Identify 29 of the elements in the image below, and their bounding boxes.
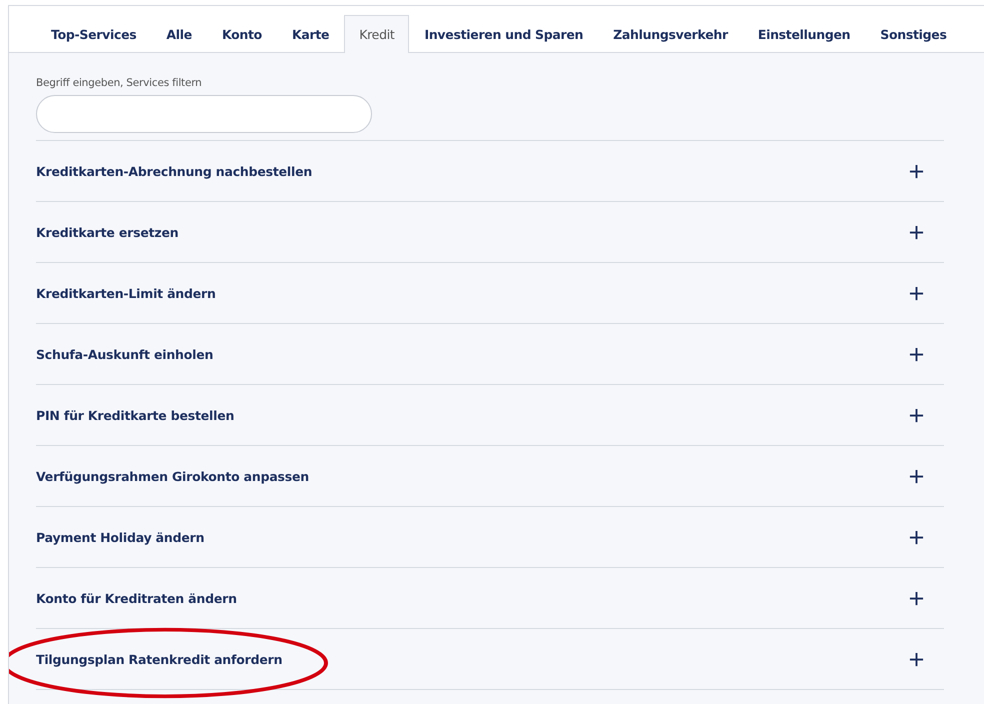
service-item[interactable]: Schufa-Auskunft einholen [36,346,214,362]
plus-icon[interactable] [909,652,924,666]
plus-icon[interactable] [909,286,924,300]
service-item[interactable]: Tilgungsplan Ratenkredit anfordern [36,652,282,666]
tab[interactable]: Zahlungsverkehr [598,15,743,53]
service-item[interactable]: Verfügungsrahmen Girokonto anpassen [36,468,310,484]
tab[interactable]: Sonstiges [865,15,962,53]
tab[interactable]: Karte [276,15,344,53]
service-item[interactable]: Kreditkarten-Abrechnung nachbestellen [36,164,312,178]
tab[interactable]: Alle [151,15,207,53]
service-item[interactable]: Kreditkarte ersetzen [36,224,178,240]
filter-input-field[interactable] [36,95,372,133]
service-item[interactable]: PIN für Kreditkarte bestellen [36,408,234,422]
plus-icon[interactable] [909,468,924,484]
tab[interactable]: Investieren und Sparen [409,15,598,53]
tab[interactable]: Top-Services [36,15,152,53]
tab[interactable]: Kredit [344,15,410,53]
plus-icon[interactable] [909,164,924,178]
service-item[interactable]: Konto für Kreditraten ändern [36,590,237,606]
service-item[interactable]: Kreditkarten-Limit ändern [36,286,216,300]
plus-icon[interactable] [909,224,924,240]
tab[interactable]: Einstellungen [742,15,866,53]
plus-icon[interactable] [909,530,924,544]
service-item[interactable]: Payment Holiday ändern [36,530,204,544]
plus-icon[interactable] [909,590,924,606]
filter-label: Begriff eingeben, Services filtern [36,77,203,89]
plus-icon[interactable] [909,408,924,422]
tab[interactable]: Konto [206,15,277,53]
plus-icon[interactable] [909,346,924,362]
